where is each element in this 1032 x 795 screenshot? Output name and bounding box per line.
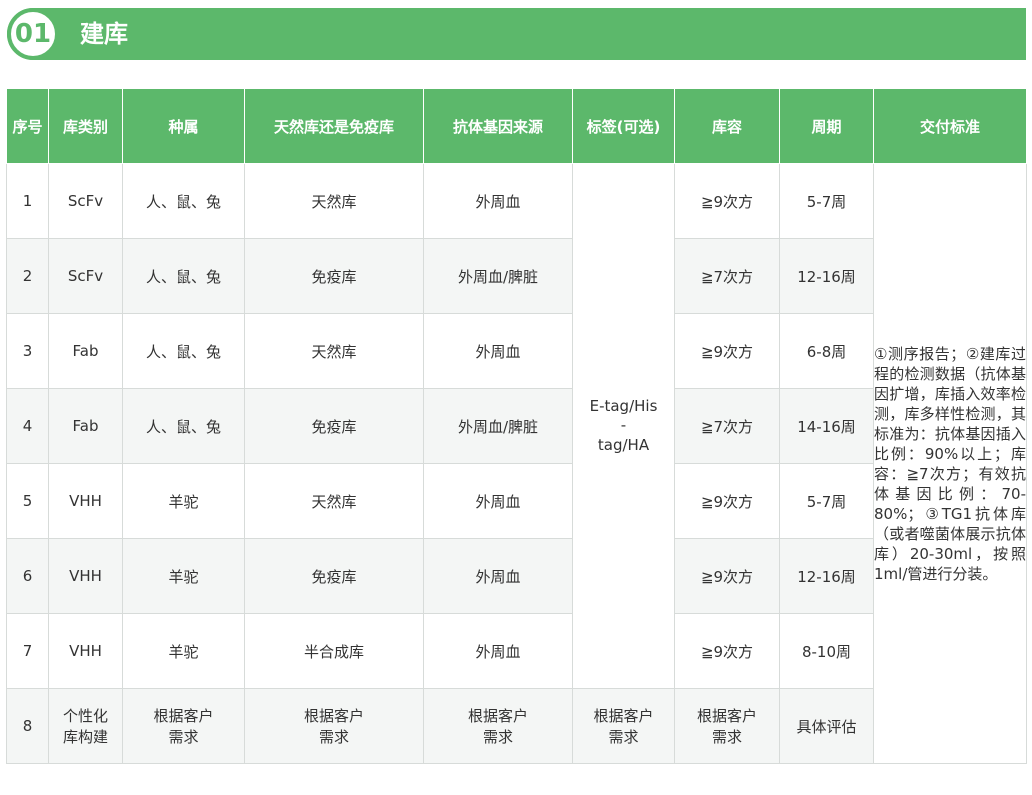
tag-line-3: tag/HA bbox=[597, 435, 650, 454]
cell-capacity: ≧9次方 bbox=[674, 163, 780, 239]
cell-line: 根据客户 bbox=[303, 707, 364, 725]
cell-species: 人、鼠、兔 bbox=[122, 238, 245, 314]
cell-no: 2 bbox=[6, 238, 49, 314]
cell-type: 个性化 库构建 bbox=[48, 688, 123, 764]
cell-capacity: ≧9次方 bbox=[674, 313, 780, 389]
column-header-source: 抗体基因来源 bbox=[423, 88, 573, 164]
cell-source: 外周血 bbox=[423, 163, 573, 239]
cell-species: 羊驼 bbox=[122, 538, 245, 614]
cell-type: ScFv bbox=[48, 163, 123, 239]
section-banner bbox=[7, 8, 1026, 60]
cell-type: Fab bbox=[48, 388, 123, 464]
cell-species: 羊驼 bbox=[122, 613, 245, 689]
column-header-type: 库类别 bbox=[48, 88, 123, 164]
cell-no: 1 bbox=[6, 163, 49, 239]
tag-line-1: E-tag/His bbox=[589, 396, 658, 415]
cell-library: 半合成库 bbox=[244, 613, 424, 689]
cell-capacity: ≧7次方 bbox=[674, 388, 780, 464]
cell-source: 外周血 bbox=[423, 613, 573, 689]
cell-line: 需求 bbox=[318, 728, 349, 746]
library-table: 序号 库类别 种属 天然库还是免疫库 抗体基因来源 标签(可选) 库容 周期 交… bbox=[6, 88, 1027, 764]
cell-line: 库构建 bbox=[62, 728, 108, 746]
cell-line: 根据客户 bbox=[153, 707, 214, 725]
cell-type: VHH bbox=[48, 613, 123, 689]
cell-source: 外周血/脾脏 bbox=[423, 238, 573, 314]
cell-period: 12-16周 bbox=[779, 538, 874, 614]
cell-tag: 根据客户 需求 bbox=[572, 688, 675, 764]
cell-delivery-standard: ①测序报告；②建库过程的检测数据（抗体基因扩增，库插入效率检测，库多样性检测，其… bbox=[873, 163, 1027, 764]
cell-tag-merged: E-tag/His - tag/HA bbox=[572, 163, 675, 689]
cell-line: 个性化 bbox=[62, 707, 108, 725]
cell-line: 根据客户 bbox=[467, 707, 528, 725]
table-header-row: 序号 库类别 种属 天然库还是免疫库 抗体基因来源 标签(可选) 库容 周期 交… bbox=[6, 88, 1027, 164]
cell-capacity: ≧9次方 bbox=[674, 613, 780, 689]
cell-library: 天然库 bbox=[244, 163, 424, 239]
cell-source: 外周血 bbox=[423, 313, 573, 389]
cell-type: VHH bbox=[48, 463, 123, 539]
cell-no: 8 bbox=[6, 688, 49, 764]
cell-library: 免疫库 bbox=[244, 238, 424, 314]
cell-source: 根据客户 需求 bbox=[423, 688, 573, 764]
cell-species: 人、鼠、兔 bbox=[122, 313, 245, 389]
cell-period: 5-7周 bbox=[779, 163, 874, 239]
column-header-standard: 交付标准 bbox=[873, 88, 1027, 164]
cell-library: 天然库 bbox=[244, 463, 424, 539]
cell-library: 天然库 bbox=[244, 313, 424, 389]
cell-line: 需求 bbox=[168, 728, 199, 746]
cell-library: 免疫库 bbox=[244, 388, 424, 464]
column-header-no: 序号 bbox=[6, 88, 49, 164]
delivery-standard-text: ①测序报告；②建库过程的检测数据（抗体基因扩增，库插入效率检测，库多样性检测，其… bbox=[874, 344, 1026, 583]
cell-no: 6 bbox=[6, 538, 49, 614]
cell-no: 5 bbox=[6, 463, 49, 539]
cell-source: 外周血/脾脏 bbox=[423, 388, 573, 464]
cell-period: 具体评估 bbox=[779, 688, 874, 764]
cell-source: 外周血 bbox=[423, 538, 573, 614]
column-header-period: 周期 bbox=[779, 88, 874, 164]
cell-line: 需求 bbox=[711, 728, 742, 746]
cell-library: 根据客户 需求 bbox=[244, 688, 424, 764]
cell-type: VHH bbox=[48, 538, 123, 614]
cell-line: 需求 bbox=[608, 728, 639, 746]
cell-period: 6-8周 bbox=[779, 313, 874, 389]
cell-no: 4 bbox=[6, 388, 49, 464]
cell-capacity: ≧7次方 bbox=[674, 238, 780, 314]
cell-no: 7 bbox=[6, 613, 49, 689]
column-header-tag: 标签(可选) bbox=[572, 88, 675, 164]
cell-capacity: ≧9次方 bbox=[674, 463, 780, 539]
section-title: 建库 bbox=[80, 20, 128, 48]
cell-period: 5-7周 bbox=[779, 463, 874, 539]
cell-line: 根据客户 bbox=[593, 707, 654, 725]
cell-line: 需求 bbox=[482, 728, 513, 746]
cell-species: 人、鼠、兔 bbox=[122, 388, 245, 464]
cell-period: 14-16周 bbox=[779, 388, 874, 464]
tag-line-2: - bbox=[620, 416, 627, 435]
cell-capacity: ≧9次方 bbox=[674, 538, 780, 614]
cell-period: 12-16周 bbox=[779, 238, 874, 314]
cell-species: 人、鼠、兔 bbox=[122, 163, 245, 239]
cell-species: 羊驼 bbox=[122, 463, 245, 539]
cell-period: 8-10周 bbox=[779, 613, 874, 689]
cell-type: Fab bbox=[48, 313, 123, 389]
cell-no: 3 bbox=[6, 313, 49, 389]
column-header-capacity: 库容 bbox=[674, 88, 780, 164]
column-header-species: 种属 bbox=[122, 88, 245, 164]
cell-type: ScFv bbox=[48, 238, 123, 314]
table-row: 1 ScFv 人、鼠、兔 天然库 外周血 E-tag/His - tag/HA ≧9… bbox=[6, 163, 1027, 764]
section-number-badge: 01 bbox=[7, 8, 59, 60]
cell-species: 根据客户 需求 bbox=[122, 688, 245, 764]
column-header-library: 天然库还是免疫库 bbox=[244, 88, 424, 164]
cell-capacity: 根据客户 需求 bbox=[674, 688, 780, 764]
cell-library: 免疫库 bbox=[244, 538, 424, 614]
cell-source: 外周血 bbox=[423, 463, 573, 539]
cell-line: 根据客户 bbox=[696, 707, 757, 725]
